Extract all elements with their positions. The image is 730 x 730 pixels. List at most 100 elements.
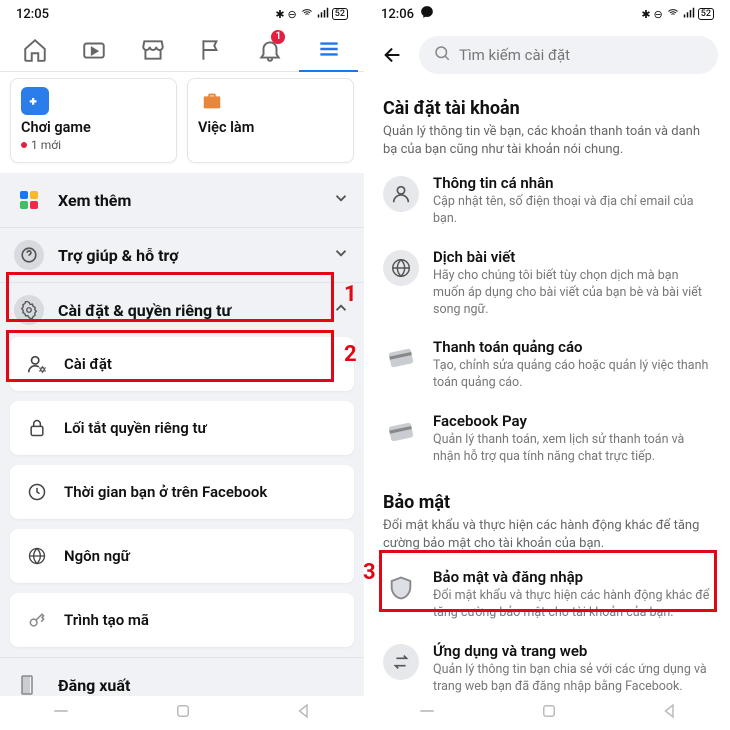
- item-ad-payments[interactable]: Thanh toán quảng cáo Tạo, chỉnh sửa quản…: [365, 328, 730, 402]
- row-help[interactable]: Trợ giúp & hỗ trợ: [0, 227, 364, 282]
- tab-watch[interactable]: [65, 28, 124, 72]
- row-language[interactable]: Ngôn ngữ: [10, 529, 354, 583]
- item-translate[interactable]: Dịch bài viết Hãy cho chúng tôi biết tùy…: [365, 238, 730, 329]
- item-apps-websites[interactable]: Ứng dụng và trang web Quản lý thông tin …: [365, 632, 730, 706]
- tab-menu[interactable]: [299, 28, 358, 72]
- nav-home[interactable]: [540, 702, 558, 724]
- help-icon: [14, 240, 44, 270]
- item-title: Thông tin cá nhân: [433, 174, 712, 192]
- item-title: Facebook Pay: [433, 412, 712, 430]
- right-phone: 12:06 ✱ ⊖ 52: [365, 0, 730, 730]
- card-jobs-title: Việc làm: [198, 119, 343, 136]
- dnd-icon: ⊖: [288, 8, 297, 21]
- section-account: Cài đặt tài khoản Quản lý thông tin về b…: [365, 88, 730, 164]
- card-jobs[interactable]: Việc làm: [187, 78, 354, 163]
- notif-badge: 1: [271, 30, 285, 44]
- settings-header: Tìm kiếm cài đặt: [365, 28, 730, 84]
- card-game-sub: 1 mới: [21, 138, 166, 152]
- account-title: Cài đặt tài khoản: [383, 98, 712, 119]
- card-game-title: Chơi game: [21, 119, 166, 136]
- tab-flag[interactable]: [182, 28, 241, 72]
- privacy-shortcut-label: Lối tắt quyền riêng tư: [64, 419, 207, 437]
- language-label: Ngôn ngữ: [64, 547, 130, 565]
- person-gear-icon: [24, 351, 50, 377]
- messenger-icon: [420, 5, 434, 23]
- item-personal-info[interactable]: Thông tin cá nhân Cập nhật tên, số điện …: [365, 164, 730, 238]
- settings-label: Cài đặt: [64, 355, 112, 373]
- item-facebook-pay[interactable]: Facebook Pay Quản lý thanh toán, xem lịc…: [365, 402, 730, 476]
- settings-privacy-label: Cài đặt & quyền riêng tư: [58, 301, 318, 320]
- shortcut-cards: Chơi game 1 mới Việc làm: [0, 72, 364, 173]
- nav-recents[interactable]: [51, 701, 71, 725]
- row-privacy-shortcut[interactable]: Lối tắt quyền riêng tư: [10, 401, 354, 455]
- tab-home[interactable]: [6, 28, 65, 72]
- card-game[interactable]: Chơi game 1 mới: [10, 78, 177, 163]
- android-nav: [365, 696, 730, 730]
- chevron-down-icon: [332, 189, 350, 211]
- status-indicators: ✱ ⊖ 52: [275, 7, 348, 22]
- tab-marketplace[interactable]: [123, 28, 182, 72]
- item-security-login[interactable]: Bảo mật và đăng nhập Đổi mật khẩu và thự…: [365, 558, 730, 632]
- swap-icon: [383, 644, 419, 680]
- row-settings-privacy[interactable]: Cài đặt & quyền riêng tư: [0, 282, 364, 337]
- search-input[interactable]: Tìm kiếm cài đặt: [419, 36, 718, 74]
- android-nav: [0, 696, 364, 730]
- nav-recents[interactable]: [417, 701, 437, 725]
- person-icon: [383, 176, 419, 212]
- row-settings[interactable]: Cài đặt: [10, 337, 354, 391]
- status-bar: 12:05 ✱ ⊖ 52: [0, 0, 364, 28]
- globe-icon: [383, 250, 419, 286]
- highlight-2-number: 2: [344, 342, 357, 367]
- item-desc: Quản lý thanh toán, xem lịch sử thanh to…: [433, 432, 712, 466]
- security-title: Bảo mật: [383, 492, 712, 513]
- item-desc: Đổi mật khẩu và thực hiện các hành động …: [433, 588, 712, 622]
- back-button[interactable]: [377, 39, 409, 71]
- security-desc: Đổi mật khẩu và thực hiện các hành động …: [383, 517, 712, 552]
- row-code-gen[interactable]: Trình tạo mã: [10, 593, 354, 647]
- nav-back[interactable]: [661, 702, 679, 724]
- tab-notifications[interactable]: 1: [241, 28, 300, 72]
- status-time: 12:05: [16, 7, 49, 22]
- fb-top-tabs: 1: [0, 28, 364, 72]
- gear-icon: [14, 295, 44, 325]
- status-indicators: ✱ ⊖ 52: [641, 7, 714, 22]
- search-icon: [433, 44, 451, 66]
- dnd-icon: ⊖: [654, 8, 663, 21]
- globe-icon: [24, 543, 50, 569]
- card-icon: [383, 340, 419, 376]
- nav-home[interactable]: [174, 702, 192, 724]
- item-desc: Tạo, chỉnh sửa quảng cáo hoặc quản lý vi…: [433, 358, 712, 392]
- logout-label: Đăng xuất: [58, 676, 350, 695]
- briefcase-icon: [198, 87, 226, 115]
- battery-indicator: 52: [698, 8, 714, 20]
- signal-icon: [683, 7, 695, 22]
- time-on-fb-label: Thời gian bạn ở trên Facebook: [64, 483, 267, 501]
- clock-icon: [24, 479, 50, 505]
- shield-icon: [383, 570, 419, 606]
- highlight-1-number: 1: [344, 282, 357, 307]
- signal-icon: [317, 7, 329, 22]
- game-icon: [21, 87, 49, 115]
- see-more-label: Xem thêm: [58, 191, 318, 210]
- item-desc: Hãy cho chúng tôi biết tùy chọn dịch mà …: [433, 268, 712, 319]
- item-title: Dịch bài viết: [433, 248, 712, 266]
- chevron-down-icon: [332, 244, 350, 266]
- row-time-on-fb[interactable]: Thời gian bạn ở trên Facebook: [10, 465, 354, 519]
- item-title: Ứng dụng và trang web: [433, 642, 712, 660]
- wifi-icon: [300, 7, 314, 22]
- lock-icon: [24, 415, 50, 441]
- status-time: 12:06: [381, 7, 414, 22]
- item-title: Bảo mật và đăng nhập: [433, 568, 712, 586]
- section-security: Bảo mật Đổi mật khẩu và thực hiện các hà…: [365, 476, 730, 558]
- card-icon: [383, 414, 419, 450]
- highlight-3-number: 3: [363, 560, 376, 585]
- help-label: Trợ giúp & hỗ trợ: [58, 246, 318, 265]
- bluetooth-icon: ✱: [275, 8, 284, 21]
- status-bar: 12:06 ✱ ⊖ 52: [365, 0, 730, 28]
- nav-back[interactable]: [295, 702, 313, 724]
- row-see-more[interactable]: Xem thêm: [0, 173, 364, 227]
- account-desc: Quản lý thông tin về bạn, các khoản than…: [383, 123, 712, 158]
- item-desc: Cập nhật tên, số điện thoại và địa chỉ e…: [433, 194, 712, 228]
- wifi-icon: [666, 7, 680, 22]
- code-gen-label: Trình tạo mã: [64, 611, 149, 629]
